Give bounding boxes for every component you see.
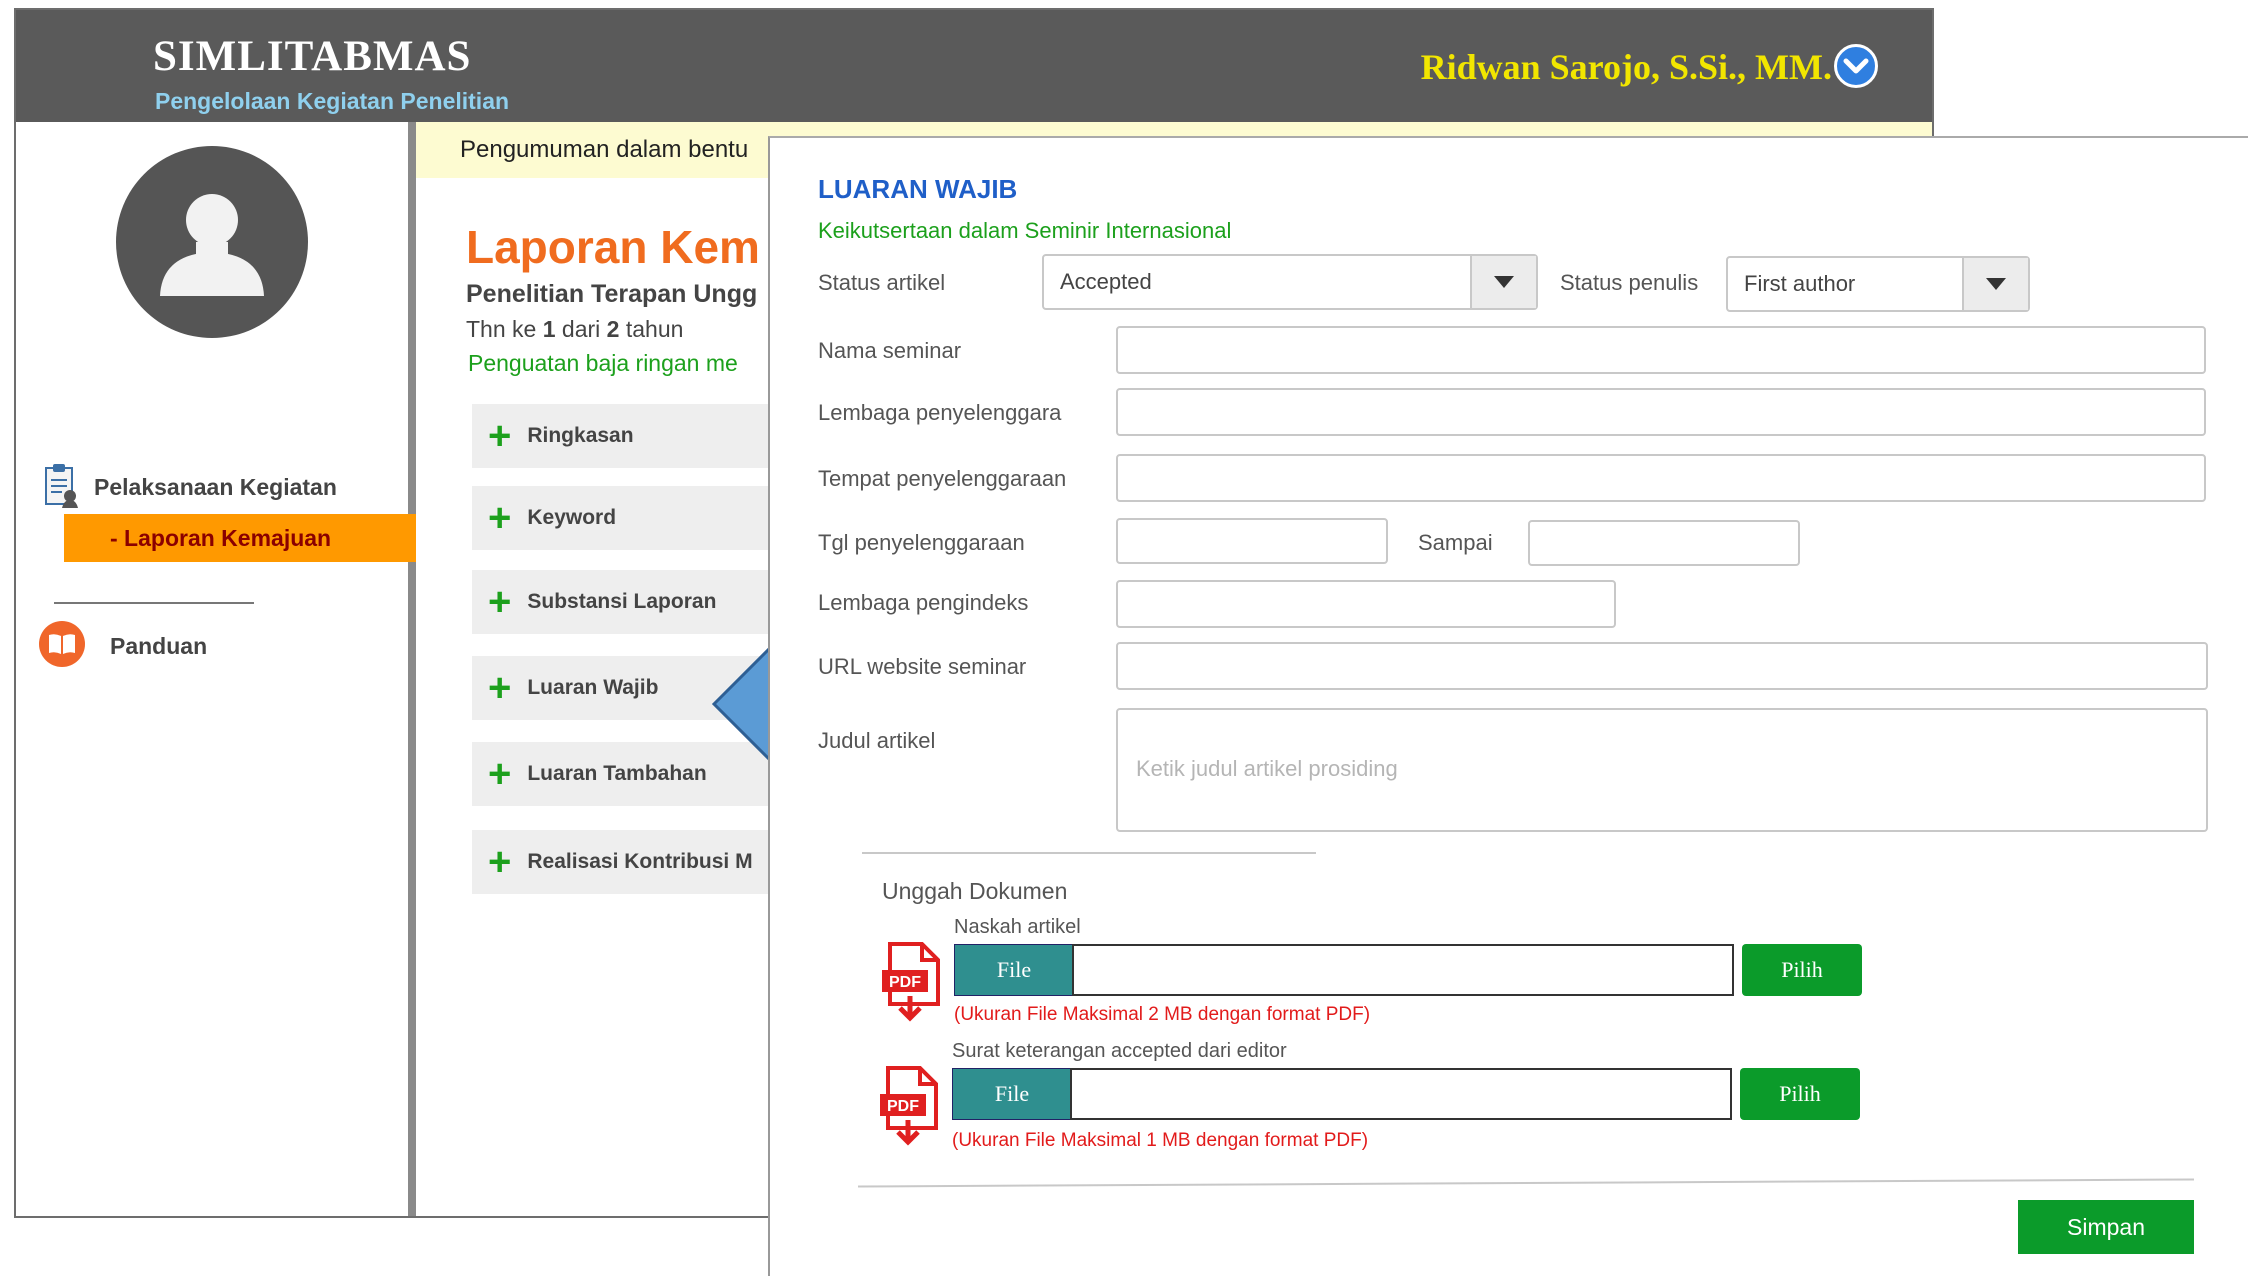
app-brand: SIMLITABMAS (153, 33, 472, 80)
plus-icon: + (488, 752, 512, 796)
judul-placeholder: Ketik judul artikel prosiding (1136, 756, 1398, 781)
caret-down-icon (1962, 258, 2028, 310)
sidebar: Pelaksanaan Kegiatan - Laporan Kemajuan … (16, 122, 416, 1216)
page-title: Laporan Kem (466, 221, 760, 273)
upload-label-surat: Surat keterangan accepted dari editor (952, 1040, 1287, 1062)
plus-icon: + (488, 414, 512, 458)
nav-activity-label: Pelaksanaan Kegiatan (94, 474, 337, 500)
year-current: 1 (542, 316, 556, 342)
section-label: Substansi Laporan (527, 590, 717, 613)
file-button-surat[interactable]: File (952, 1068, 1072, 1120)
section-label: Luaran Wajib (527, 676, 659, 699)
section-substansi-laporan[interactable]: + Substansi Laporan (472, 570, 792, 634)
file-path-surat[interactable] (1070, 1068, 1732, 1120)
section-keyword[interactable]: + Keyword (472, 486, 792, 550)
report-subtitle: Penelitian Terapan Ungg (466, 280, 758, 308)
plus-icon: + (488, 496, 512, 540)
tempat-input[interactable] (1116, 454, 2206, 502)
status-penulis-label: Status penulis (1560, 270, 1699, 295)
plus-icon: + (488, 840, 512, 884)
report-year: Thn ke 1 dari 2 tahun (466, 316, 683, 343)
tempat-label: Tempat penyelenggaraan (818, 466, 1067, 491)
year-prefix: Thn ke (466, 316, 543, 342)
plus-icon: + (488, 666, 512, 710)
nav-pelaksanaan-kegiatan[interactable]: Pelaksanaan Kegiatan (42, 462, 337, 513)
year-suffix: tahun (619, 316, 684, 342)
judul-label: Judul artikel (818, 728, 936, 753)
section-label: Luaran Tambahan (527, 762, 707, 785)
pdf-download-icon: PDF (880, 942, 942, 1027)
url-input[interactable] (1116, 642, 2208, 690)
divider (862, 852, 1316, 854)
status-artikel-value: Accepted (1060, 269, 1152, 294)
avatar (116, 146, 308, 338)
simpan-button[interactable]: Simpan (2018, 1200, 2194, 1254)
nav-guide-label: Panduan (110, 633, 208, 659)
plus-icon: + (488, 580, 512, 624)
year-total: 2 (606, 316, 620, 342)
app-subtitle: Pengelolaan Kegiatan Penelitian (155, 88, 510, 114)
divider (858, 1178, 2194, 1188)
section-realisasi-kontribusi[interactable]: + Realisasi Kontribusi M (472, 830, 792, 894)
report-topic: Penguatan baja ringan me (468, 350, 738, 376)
chevron-down-icon[interactable] (1834, 44, 1878, 88)
pilih-button-naskah[interactable]: Pilih (1742, 944, 1862, 996)
pdf-download-icon: PDF (878, 1066, 940, 1151)
status-penulis-value: First author (1744, 271, 1856, 296)
report-document-icon (42, 462, 80, 513)
lembaga-pengindeks-input[interactable] (1116, 580, 1616, 628)
sampai-label: Sampai (1418, 530, 1493, 555)
section-label: Ringkasan (527, 424, 634, 447)
nav-laporan-kemajuan[interactable]: - Laporan Kemajuan (64, 514, 416, 562)
file-path-naskah[interactable] (1072, 944, 1734, 996)
status-artikel-select[interactable]: Accepted (1042, 254, 1538, 310)
svg-text:PDF: PDF (889, 974, 921, 991)
user-name[interactable]: Ridwan Sarojo, S.Si., MM. (1421, 46, 1832, 88)
nama-seminar-input[interactable] (1116, 326, 2206, 374)
book-icon (38, 620, 86, 673)
judul-artikel-textarea[interactable]: Ketik judul artikel prosiding (1116, 708, 2208, 832)
lembaga-penyelenggara-label: Lembaga penyelenggara (818, 400, 1062, 425)
upload-note-naskah: (Ukuran File Maksimal 2 MB dengan format… (954, 1004, 1371, 1025)
upload-heading: Unggah Dokumen (882, 878, 1068, 904)
panel-subtitle: Keikutsertaan dalam Seminir Internasiona… (818, 218, 1232, 243)
status-penulis-select[interactable]: First author (1726, 256, 2030, 312)
app-header: SIMLITABMAS Pengelolaan Kegiatan Penelit… (16, 10, 1932, 122)
url-label: URL website seminar (818, 654, 1027, 679)
nav-panduan[interactable]: Panduan (38, 620, 207, 673)
section-label: Keyword (527, 506, 617, 529)
section-ringkasan[interactable]: + Ringkasan (472, 404, 792, 468)
luaran-wajib-panel: LUARAN WAJIB Keikutsertaan dalam Seminir… (768, 136, 2248, 1276)
pilih-button-surat[interactable]: Pilih (1740, 1068, 1860, 1120)
sidebar-divider (54, 602, 254, 604)
nama-seminar-label: Nama seminar (818, 338, 962, 363)
upload-label-naskah: Naskah artikel (954, 916, 1081, 938)
caret-down-icon (1470, 256, 1536, 308)
lembaga-pengindeks-label: Lembaga pengindeks (818, 590, 1029, 615)
upload-note-surat: (Ukuran File Maksimal 1 MB dengan format… (952, 1130, 1369, 1151)
panel-title: LUARAN WAJIB (818, 174, 1018, 204)
year-mid: dari (555, 316, 607, 342)
lembaga-penyelenggara-input[interactable] (1116, 388, 2206, 436)
svg-text:PDF: PDF (887, 1098, 919, 1115)
tgl-sampai-input[interactable] (1528, 520, 1800, 566)
status-artikel-label: Status artikel (818, 270, 946, 295)
file-button-naskah[interactable]: File (954, 944, 1074, 996)
tgl-mulai-input[interactable] (1116, 518, 1388, 564)
section-label: Realisasi Kontribusi M (527, 850, 753, 873)
tgl-label: Tgl penyelenggaraan (818, 530, 1025, 555)
